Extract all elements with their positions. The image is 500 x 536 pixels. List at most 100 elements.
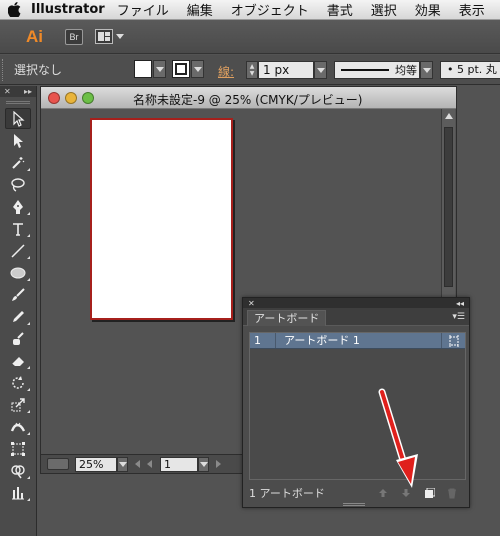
stroke-label[interactable]: 線: [218, 63, 234, 80]
paintbrush-tool[interactable] [5, 284, 31, 305]
arrange-documents-button[interactable] [95, 29, 124, 44]
brush-bullet: • [447, 63, 454, 76]
chevron-down-icon [422, 67, 431, 73]
free-transform-icon [11, 441, 25, 456]
panel-footer: 1 アートボード [243, 485, 469, 501]
new-artboard-icon[interactable] [423, 487, 435, 499]
stroke-weight-field[interactable]: 1 px [258, 61, 314, 79]
rotate-icon [12, 375, 24, 389]
menu-type[interactable]: 書式 [327, 0, 353, 19]
tools-panel-header: ✕ ▸▸ [0, 86, 36, 97]
free-transform-tool[interactable] [5, 438, 31, 459]
zoom-dropdown[interactable] [117, 456, 128, 472]
panel-tab-strip: アートボード ▾☰ [243, 308, 469, 326]
minimize-window-button[interactable] [65, 91, 77, 104]
collapse-icon[interactable]: ◂◂ [456, 299, 464, 308]
app-menu[interactable]: Illustrator [31, 2, 105, 17]
graph-tool[interactable] [5, 482, 31, 503]
eraser-icon [11, 356, 24, 367]
fill-color-swatch[interactable] [134, 60, 152, 78]
zoom-level-field[interactable]: 25% [75, 456, 117, 472]
panel-menu-icon[interactable]: ▾☰ [452, 312, 465, 322]
stroke-color-swatch[interactable] [172, 60, 190, 78]
artboard-number-field[interactable]: 1 [160, 456, 198, 472]
shape-builder-tool[interactable] [5, 460, 31, 481]
panel-resize-grip[interactable] [343, 503, 365, 506]
collapse-icon[interactable]: ▸▸ [24, 87, 32, 96]
menu-select[interactable]: 選択 [371, 0, 397, 19]
move-up-icon[interactable] [377, 487, 389, 499]
scale-icon [11, 397, 25, 411]
lasso-tool[interactable] [5, 174, 31, 195]
selection-tool[interactable] [5, 108, 31, 129]
profile-label: 均等 [395, 64, 417, 77]
stroke-weight-dropdown[interactable] [314, 61, 327, 79]
artboard-dropdown[interactable] [198, 456, 209, 472]
width-tool[interactable] [5, 416, 31, 437]
close-window-button[interactable] [48, 91, 60, 104]
chevron-down-icon [316, 67, 325, 73]
document-title-bar[interactable]: 名称未設定-9 @ 25% (CMYK/プレビュー) [41, 87, 456, 109]
delete-artboard-icon[interactable] [446, 487, 458, 499]
apple-icon[interactable] [8, 0, 21, 20]
blob-brush-tool[interactable] [5, 328, 31, 349]
blob-brush-icon [13, 331, 24, 345]
scrollbar-thumb[interactable] [444, 127, 453, 287]
ellipse-icon [10, 267, 26, 278]
direct-selection-icon [14, 133, 23, 148]
type-tool[interactable] [5, 218, 31, 239]
paintbrush-icon [12, 287, 25, 301]
ellipse-tool[interactable] [5, 262, 31, 283]
close-icon[interactable]: ✕ [4, 87, 11, 96]
chevron-down-icon [193, 66, 202, 72]
line-segment-tool[interactable] [5, 240, 31, 261]
artboard-options-icon[interactable] [441, 333, 465, 348]
tab-artboards[interactable]: アートボード [247, 310, 327, 326]
profile-dropdown[interactable] [420, 61, 433, 79]
scale-tool[interactable] [5, 394, 31, 415]
rotate-tool[interactable] [5, 372, 31, 393]
stroke-dropdown[interactable] [191, 60, 204, 78]
menu-edit[interactable]: 編集 [187, 0, 213, 19]
tools-panel: ✕ ▸▸ [0, 86, 37, 536]
magic-wand-tool[interactable] [5, 152, 31, 173]
move-down-icon[interactable] [400, 487, 412, 499]
bridge-button[interactable]: Br [65, 28, 83, 45]
shape-builder-icon [11, 464, 25, 478]
selection-arrow-icon [13, 110, 25, 127]
artboard-number: 1 [250, 333, 276, 348]
line-segment-icon [11, 243, 25, 258]
variable-width-profile[interactable]: 均等 [334, 61, 420, 79]
list-item[interactable]: 1 アートボード 1 [250, 333, 465, 349]
next-artboard-icon[interactable] [216, 460, 221, 468]
application-bar: Ai Br [0, 20, 500, 54]
tools-panel-grip[interactable] [0, 97, 36, 107]
chevron-down-icon [155, 66, 164, 72]
document-title: 名称未設定-9 @ 25% (CMYK/プレビュー) [133, 93, 363, 107]
selection-status: 選択なし [14, 63, 63, 77]
camera-icon[interactable] [47, 458, 69, 470]
menu-view[interactable]: 表示 [459, 0, 485, 19]
chevron-down-icon [116, 34, 124, 39]
menu-bar: Illustrator ファイル 編集 オブジェクト 書式 選択 効果 表示 [0, 0, 500, 20]
zoom-window-button[interactable] [82, 91, 94, 104]
pencil-tool[interactable] [5, 306, 31, 327]
close-icon[interactable]: ✕ [248, 299, 255, 308]
artboard-name[interactable]: アートボード 1 [276, 333, 441, 348]
panel-grip[interactable] [2, 59, 5, 81]
direct-selection-tool[interactable] [5, 130, 31, 151]
menu-object[interactable]: オブジェクト [231, 0, 309, 19]
artboard-canvas[interactable] [90, 118, 233, 320]
menu-file[interactable]: ファイル [117, 0, 169, 19]
stroke-weight-stepper[interactable]: ▲ ▼ [246, 61, 258, 79]
type-icon [13, 222, 23, 236]
scroll-up-icon[interactable] [445, 113, 453, 119]
first-artboard-icon[interactable] [135, 460, 140, 468]
panel-header[interactable]: ✕ ◂◂ [243, 298, 469, 308]
menu-effect[interactable]: 効果 [415, 0, 441, 19]
previous-artboard-icon[interactable] [147, 460, 152, 468]
fill-dropdown[interactable] [153, 60, 166, 78]
eraser-tool[interactable] [5, 350, 31, 371]
brush-definition[interactable]: • 5 pt. 丸 [440, 61, 500, 79]
pen-tool[interactable] [5, 196, 31, 217]
